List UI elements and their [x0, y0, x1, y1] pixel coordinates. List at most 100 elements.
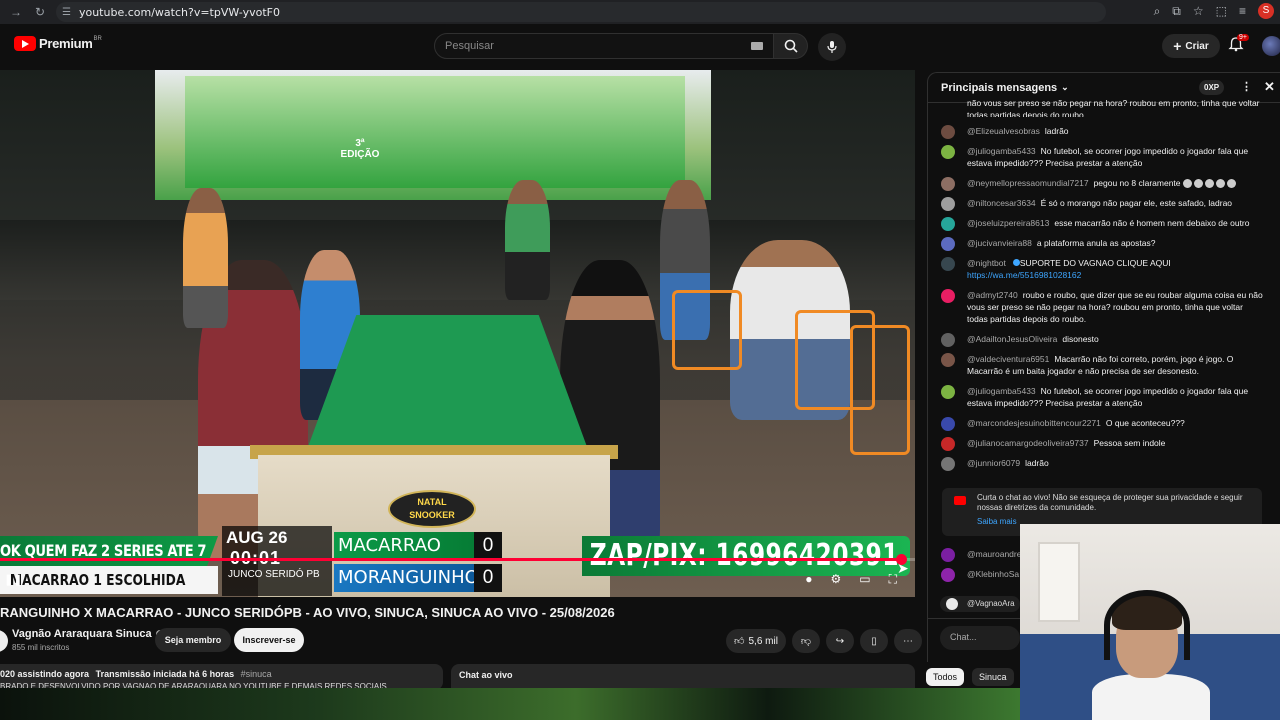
emoji-icon	[1193, 179, 1203, 189]
chat-live-section-title: Chat ao vivo	[451, 664, 915, 690]
more-actions-button[interactable]: ⋯	[894, 629, 922, 653]
channel-name[interactable]: Vagnão Araraquara Sinuca	[12, 628, 152, 640]
chat-author-name[interactable]: @valdeciventura6951	[967, 354, 1049, 364]
chat-author-avatar[interactable]	[941, 177, 955, 191]
chat-author-name[interactable]: @admyt2740	[967, 290, 1018, 300]
save-button[interactable]: ▯	[860, 629, 888, 653]
chat-message-link[interactable]: https://wa.me/5516981028162	[967, 270, 1081, 280]
chat-author-name[interactable]: @niltoncesar3634	[967, 198, 1036, 208]
settings-gear-icon[interactable]: ⚙	[830, 572, 841, 587]
chat-message-text: Pessoa sem indole	[1093, 438, 1166, 448]
scoreboard-player2: MORANGUINHO 0	[334, 564, 504, 592]
banner-artwork: 3ª EDIÇÃO	[185, 76, 685, 188]
join-button[interactable]: Seja membro	[155, 628, 231, 652]
account-avatar[interactable]	[1262, 36, 1280, 56]
chip-all[interactable]: Todos	[926, 668, 965, 686]
chat-author-name[interactable]: @jucivanvieira88	[967, 238, 1032, 248]
chat-author-avatar[interactable]	[941, 333, 955, 347]
like-button[interactable]: 👍︎ 5,6 mil	[726, 629, 786, 653]
sponsor-banner: 3ª EDIÇÃO	[155, 70, 711, 200]
chat-author-name[interactable]: @julianocamargodeoliveira9737	[967, 438, 1089, 448]
chat-filter-chips: Todos Sinuca	[926, 668, 1014, 686]
chat-author-name[interactable]: @Elizeualvesobras	[967, 126, 1040, 136]
extensions-icon[interactable]: ⬚	[1216, 4, 1227, 18]
chat-input[interactable]: Chat...	[940, 626, 1020, 650]
more-horizontal-icon: ⋯	[903, 635, 913, 647]
seek-bar[interactable]	[0, 554, 915, 565]
reload-icon[interactable]: ↻	[32, 4, 48, 20]
chat-message: @joseluizpereira8613 esse macarrão não é …	[928, 217, 1280, 231]
hashtag[interactable]: #sinuca	[241, 669, 272, 679]
search-input[interactable]	[445, 40, 735, 52]
player2-score: 0	[474, 564, 502, 592]
live-dot-icon[interactable]: ●	[805, 572, 812, 587]
notifications-button[interactable]: 9+	[1228, 34, 1249, 54]
chat-author-name[interactable]: @junnior6079	[967, 458, 1020, 468]
chat-author-chip[interactable]: @VagnaoAra	[940, 596, 1020, 612]
chat-author-avatar[interactable]	[941, 385, 955, 399]
chat-author-avatar[interactable]	[941, 125, 955, 139]
pause-icon[interactable]: ❚❚	[4, 573, 22, 586]
chat-message: @marcondesjesuinobittencour2271 O que aco…	[928, 417, 1280, 431]
keyboard-icon[interactable]	[751, 42, 763, 50]
theater-mode-icon[interactable]: ▭	[859, 572, 870, 587]
chat-author-name[interactable]: @mauroandre	[967, 549, 1021, 559]
chat-author-avatar[interactable]	[941, 289, 955, 303]
address-bar[interactable]: ☰ youtube.com/watch?v=tpVW-yvotF0	[56, 2, 1106, 22]
chat-author-avatar[interactable]	[941, 353, 955, 367]
chat-author-avatar[interactable]	[941, 197, 955, 211]
fullscreen-icon[interactable]: ⛶	[889, 572, 897, 587]
chat-author-name[interactable]: @joseluizpereira8613	[967, 218, 1049, 228]
channel-avatar[interactable]	[0, 630, 8, 652]
create-button[interactable]: + Criar	[1162, 34, 1220, 58]
video-player[interactable]: 3ª EDIÇÃO NATAL SNOOKER OK QUEM FAZ 2 SE…	[0, 70, 915, 597]
chat-author-name[interactable]: @marcondesjesuinobittencour2271	[967, 418, 1101, 428]
chat-message-text: O que aconteceu???	[1105, 418, 1185, 428]
chat-author-avatar[interactable]	[941, 457, 955, 471]
chat-author-avatar[interactable]	[941, 217, 955, 231]
youtube-logo[interactable]: Premium BR	[14, 36, 102, 51]
voice-search-button[interactable]	[818, 33, 846, 61]
chat-author-avatar[interactable]	[941, 257, 955, 271]
search-button[interactable]	[774, 33, 808, 59]
reading-list-icon[interactable]: ≡	[1239, 4, 1246, 18]
chevron-down-icon[interactable]: ⌄	[1061, 82, 1069, 93]
chat-author-name[interactable]: @juliogamba5433	[967, 386, 1036, 396]
description-box[interactable]: 020 assistindo agora Transmissão iniciad…	[0, 664, 443, 690]
table-sponsor-logo: NATAL SNOOKER	[388, 490, 476, 528]
chat-author-name[interactable]: @juliogamba5433	[967, 146, 1036, 156]
chat-author-avatar[interactable]	[941, 437, 955, 451]
chat-author-name[interactable]: @KlebinhoSa	[967, 569, 1019, 579]
video-title: RANGUINHO X MACARRAO - JUNCO SERIDÓPB - …	[0, 605, 615, 620]
chat-author-name[interactable]: @AdailtonJesusOliveira	[967, 334, 1057, 344]
chat-message-text: não vous ser preso se não pegar na hora?…	[967, 98, 1260, 117]
chat-author-name[interactable]: @neymellopressaomundial7217	[967, 178, 1089, 188]
chat-author-avatar[interactable]	[941, 145, 955, 159]
chat-message: @niltoncesar3634 É só o morango não pagar…	[928, 197, 1280, 211]
banner-edition: 3ª EDIÇÃO	[340, 138, 380, 160]
chat-author-avatar[interactable]	[941, 568, 955, 582]
chat-mode-selector[interactable]: Principais mensagens	[941, 82, 1057, 94]
chat-author-avatar[interactable]	[941, 548, 955, 562]
dislike-button[interactable]: 👎︎	[792, 629, 820, 653]
chat-author-avatar[interactable]	[941, 417, 955, 431]
chat-author-name[interactable]: @nightbot	[967, 258, 1006, 268]
subscribe-button[interactable]: Inscrever-se	[234, 628, 304, 652]
site-info-icon[interactable]: ☰	[62, 7, 71, 18]
forward-icon[interactable]: →	[8, 4, 24, 20]
channel-name-row[interactable]: Vagnão Araraquara Sinuca	[12, 628, 164, 640]
browser-actions: ⌕ ⧉ ☆ ⬚ ≡ S	[1154, 3, 1274, 19]
cast-icon[interactable]: ⧉	[1172, 4, 1181, 19]
chat-author-avatar[interactable]	[941, 237, 955, 251]
chat-message: @AdailtonJesusOliveira disonesto	[928, 333, 1280, 347]
share-button[interactable]: ↪	[826, 629, 854, 653]
chip-sinuca[interactable]: Sinuca	[972, 668, 1014, 686]
zoom-icon[interactable]: ⌕	[1154, 4, 1161, 19]
bookmark-star-icon[interactable]: ☆	[1193, 4, 1204, 18]
orange-chair	[850, 325, 910, 455]
xp-badge[interactable]: 0XP	[1199, 80, 1225, 95]
more-vertical-icon[interactable]: ⋮	[1241, 80, 1252, 93]
close-icon[interactable]: ✕	[1264, 79, 1275, 95]
profile-avatar[interactable]: S	[1258, 3, 1274, 19]
youtube-icon	[954, 496, 966, 505]
